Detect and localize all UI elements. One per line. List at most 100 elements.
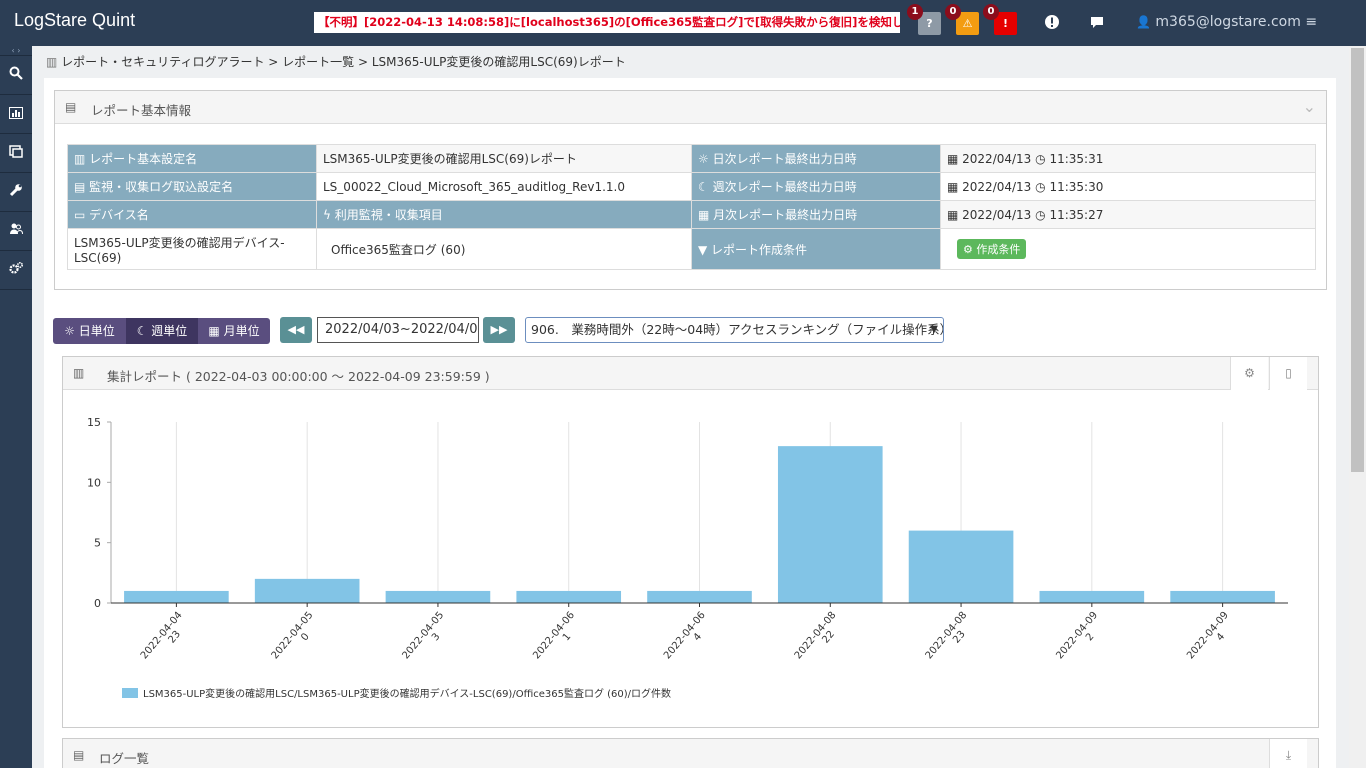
y-tick-label: 5 (94, 537, 101, 550)
label-daily-output: ☼ 日次レポート最終出力日時 (691, 144, 941, 173)
x-tick-label: 2022-04-064 (662, 610, 708, 662)
sidebar-item-dashboard[interactable] (0, 135, 32, 173)
condition-button[interactable]: ⚙ 作成条件 (957, 239, 1027, 259)
value-device-name: LSM365-ULP変更後の確認用デバイス-LSC(69) (67, 228, 317, 270)
report-select-value: 906. 業務時間外（22時～04時）アクセスランキング（ファイル操作系） (531, 322, 944, 337)
user-email: m365@logstare.com (1155, 14, 1301, 30)
chart-y-axis: 0 5 10 15 (87, 416, 112, 610)
sun-icon: ☼ (64, 324, 79, 338)
sidebar-toggle-icon[interactable]: ‹ › (0, 46, 32, 56)
question-icon: ? (926, 17, 933, 30)
x-tick-hour: 3 (430, 631, 443, 643)
breadcrumb-path[interactable]: レポート・セキュリティログアラート > レポート一覧 > LSM365-ULP変… (61, 55, 626, 69)
chevron-down-icon[interactable]: ⌄ (1303, 97, 1316, 116)
moon-icon: ☾ (698, 180, 713, 194)
gear-icon: ⚙ (1244, 366, 1255, 380)
chart-legend[interactable]: LSM365-ULP変更後の確認用LSC/LSM365-ULP変更後の確認用デバ… (122, 687, 671, 700)
report-panel-header: ▥ 集計レポート ( 2022-04-03 00:00:00 ～ 2022-04… (63, 357, 1318, 390)
previous-period-button[interactable]: ◀◀ (280, 317, 312, 343)
chart-bar[interactable] (516, 590, 622, 603)
basic-info-panel: ▤ レポート基本情報 ⌄ ▥ レポート基本設定名 LSM365-ULP変更後の確… (54, 90, 1327, 290)
moon-icon: ☾ (136, 324, 152, 338)
chart-bar[interactable] (647, 590, 752, 603)
calendar-icon: ▦ (208, 324, 224, 338)
sidebar-item-report[interactable] (0, 96, 32, 134)
filter-icon: ▼ (698, 242, 712, 257)
legend-swatch (122, 688, 138, 698)
top-bar: LogStare Quint 【不明】[2022-04-13 14:08:58]… (0, 0, 1366, 46)
download-icon: ⤓ (1285, 748, 1292, 762)
calendar-icon: ▦ (947, 151, 963, 166)
basic-info-table: ▥ レポート基本設定名 LSM365-ULP変更後の確認用LSC(69)レポート… (67, 144, 1316, 270)
unknown-alert-count: 1 (907, 4, 923, 20)
legend-label: LSM365-ULP変更後の確認用LSC/LSM365-ULP変更後の確認用デバ… (143, 687, 671, 700)
bolt-icon: ϟ (323, 208, 335, 222)
log-list-title: ログ一覧 (99, 751, 150, 766)
sidebar-item-search[interactable] (0, 57, 32, 95)
basic-info-header[interactable]: ▤ レポート基本情報 ⌄ (55, 91, 1326, 124)
value-report-condition: ⚙ 作成条件 (940, 228, 1316, 270)
scrollbar-thumb[interactable] (1351, 48, 1364, 472)
chart-bar[interactable] (777, 446, 883, 603)
sidebar-item-users[interactable] (0, 213, 32, 251)
x-tick-date: 2022-04-09 (1054, 610, 1100, 662)
report-panel-title: 集計レポート ( 2022-04-03 00:00:00 ～ 2022-04-0… (107, 369, 490, 384)
user-icon: 👤 (1136, 15, 1151, 29)
x-tick-hour: 0 (299, 631, 312, 643)
x-tick-hour: 2 (1084, 631, 1097, 643)
page-scrollbar[interactable] (1349, 46, 1366, 768)
label-report-condition: ▼ レポート作成条件 (691, 228, 941, 270)
x-tick-label: 2022-04-053 (400, 610, 446, 662)
calendar-icon: ▦ (947, 179, 963, 194)
chat-icon[interactable] (1088, 14, 1106, 32)
sidebar-item-settings[interactable] (0, 252, 32, 290)
download-button[interactable]: ⤓ (1269, 739, 1307, 768)
chart-bar[interactable] (1039, 590, 1145, 603)
chart-icon (9, 107, 23, 119)
chart-bar[interactable] (254, 578, 360, 603)
chart-bar[interactable] (385, 590, 491, 603)
menu-lines-icon: ≡ (1305, 14, 1318, 30)
y-tick-label: 10 (87, 476, 101, 489)
chart-bar[interactable] (124, 590, 229, 603)
value-report-name: LSM365-ULP変更後の確認用LSC(69)レポート (316, 144, 692, 173)
x-tick-date: 2022-04-06 (662, 610, 708, 662)
search-icon (9, 66, 23, 80)
weekly-button[interactable]: ☾ 週単位 (126, 318, 198, 344)
error-alert-count: 0 (983, 4, 999, 20)
daily-button[interactable]: ☼ 日単位 (53, 318, 126, 344)
monthly-button[interactable]: ▦ 月単位 (198, 318, 270, 344)
warning-icon: ⚠ (962, 17, 973, 30)
basic-info-title: レポート基本情報 (91, 103, 192, 118)
x-tick-hour: 4 (692, 631, 705, 643)
label-device-name: ▭ デバイス名 (67, 200, 317, 229)
report-type-select[interactable]: 906. 業務時間外（22時～04時）アクセスランキング（ファイル操作系） ▼ (525, 317, 944, 343)
pdf-icon: ▯ (1285, 366, 1292, 380)
settings-button[interactable]: ⚙ (1230, 357, 1268, 390)
date-range-input[interactable]: 2022/04/03~2022/04/09 (317, 317, 479, 343)
sidebar-item-tools[interactable] (0, 174, 32, 212)
x-tick-date: 2022-04-05 (400, 610, 446, 662)
alert-banner[interactable]: 【不明】[2022-04-13 14:08:58]に[localhost365]… (314, 12, 900, 33)
chart-bar[interactable] (908, 530, 1014, 603)
info-alert-icon[interactable] (1043, 14, 1061, 32)
chart-bar[interactable] (1170, 590, 1275, 603)
brand-logo[interactable]: LogStare Quint (14, 10, 135, 31)
pdf-button[interactable]: ▯ (1269, 357, 1307, 390)
next-period-button[interactable]: ▶▶ (483, 317, 515, 343)
x-tick-label: 2022-04-0822 (793, 610, 839, 662)
chevron-down-icon: ▼ (930, 324, 938, 335)
clock-icon: ◷ (1035, 151, 1046, 166)
value-monthly-output: ▦ 2022/04/13 ◷ 11:35:27 (940, 200, 1316, 229)
user-menu[interactable]: 👤 m365@logstare.com ≡ (1136, 14, 1317, 30)
x-tick-hour: 4 (1215, 631, 1228, 643)
backward-icon: ◀◀ (287, 323, 305, 336)
bar-chart: 051015 2022-04-0423 2022-04-050 2022-04-05… (87, 416, 1288, 700)
calendar-icon: ▦ (947, 207, 963, 222)
table-icon: ▤ (73, 748, 85, 762)
chart-icon: ▥ (46, 55, 58, 69)
x-tick-label: 2022-04-092 (1054, 610, 1100, 662)
breadcrumb: ▥ レポート・セキュリティログアラート > レポート一覧 > LSM365-UL… (46, 53, 626, 70)
clock-icon: ◷ (1035, 179, 1046, 194)
label-log-setting: ▤ 監視・収集ログ取込設定名 (67, 172, 317, 201)
